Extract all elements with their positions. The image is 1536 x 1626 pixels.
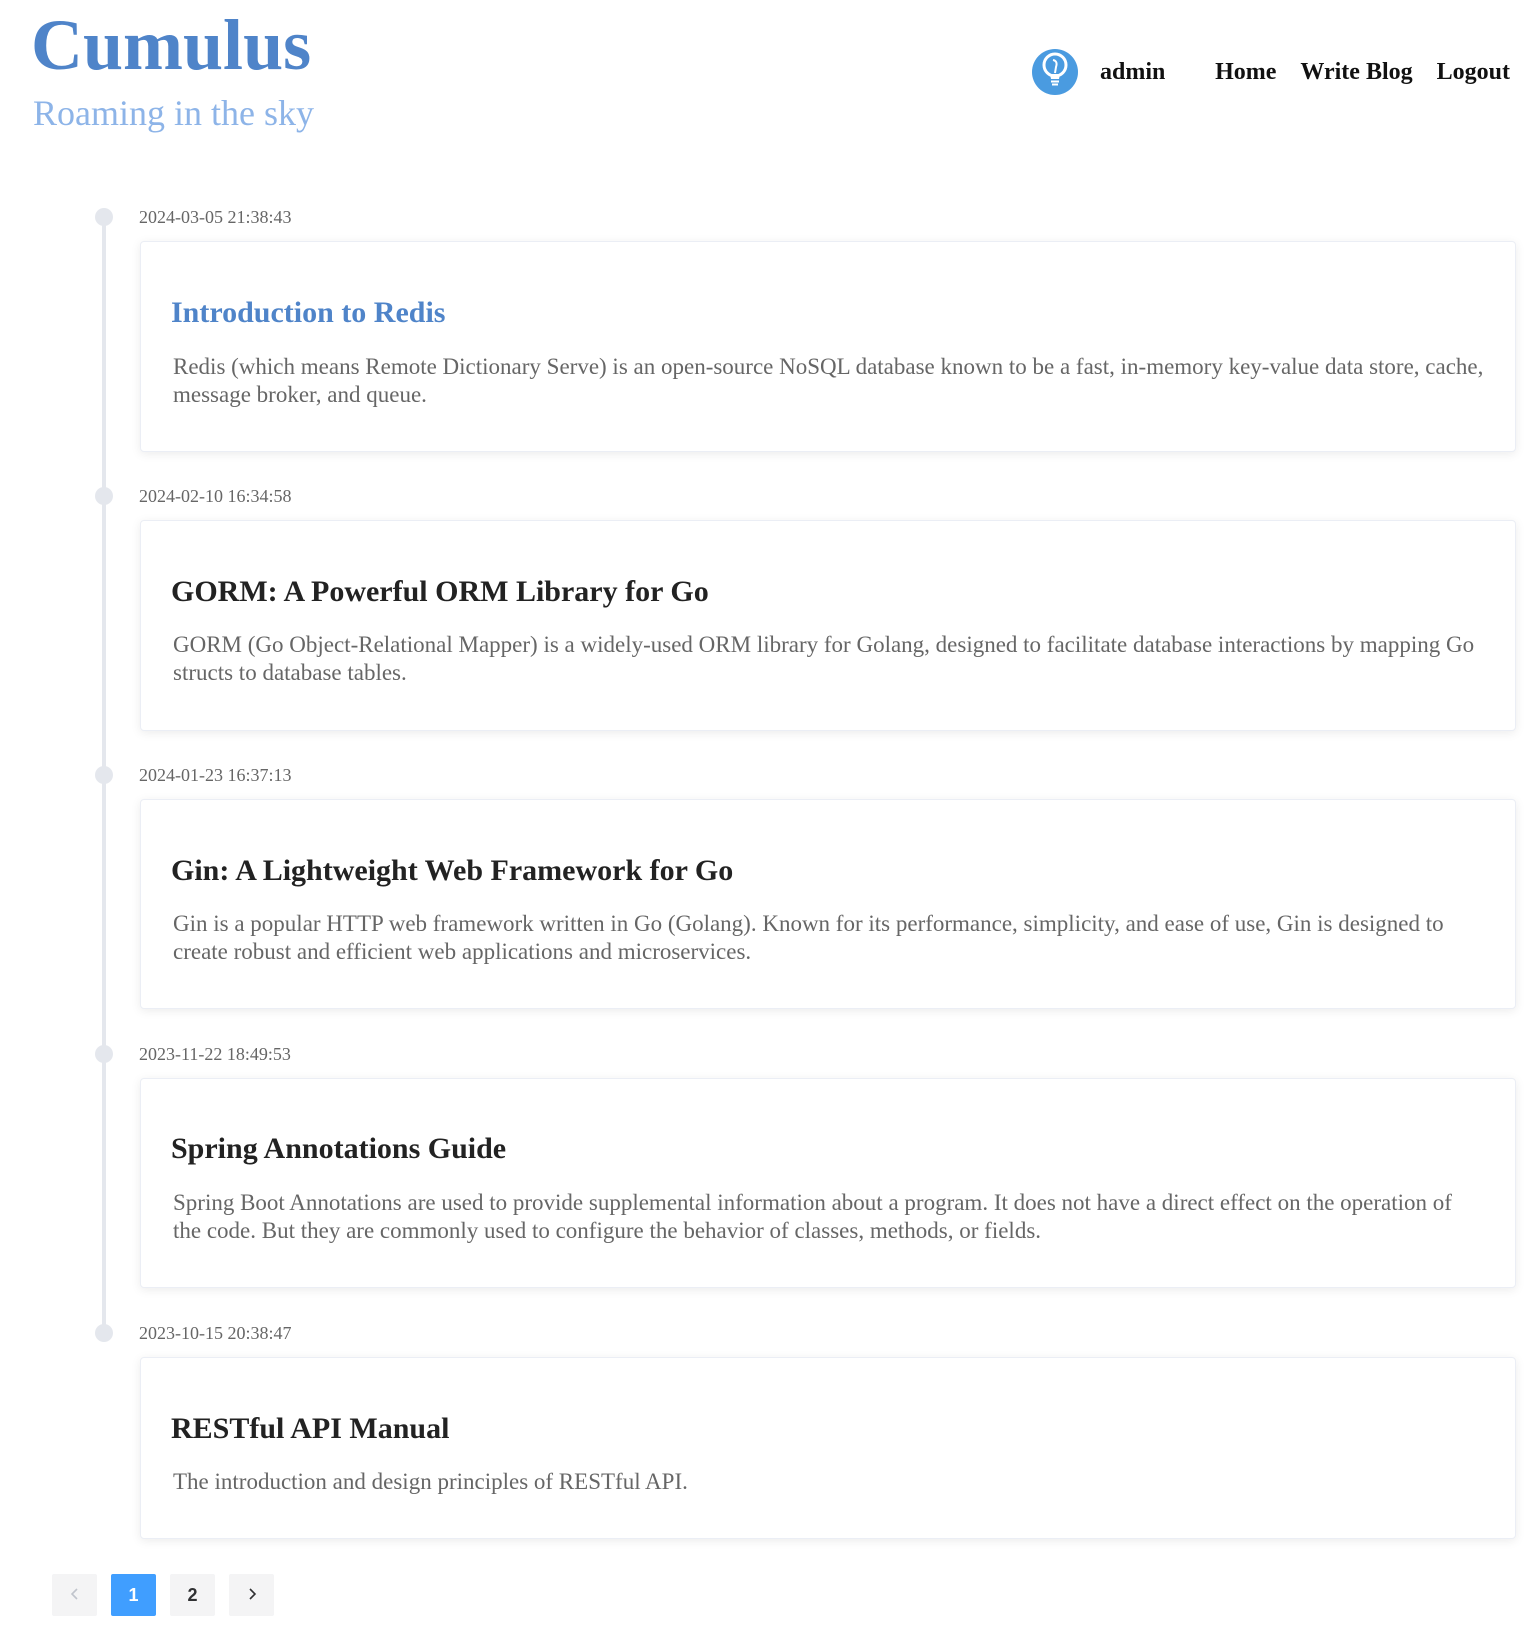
username[interactable]: admin — [1100, 59, 1165, 86]
post-timestamp: 2024-01-23 16:37:13 — [139, 765, 292, 785]
post-excerpt: The introduction and design principles o… — [173, 1469, 688, 1494]
chevron-left-icon — [68, 1585, 82, 1606]
post-excerpt: Gin is a popular HTTP web framework writ… — [173, 911, 1444, 964]
post-timestamp: 2024-03-05 21:38:43 — [139, 207, 292, 227]
post-title[interactable]: Introduction to Redis — [171, 294, 445, 332]
pagination: 1 2 — [52, 1574, 274, 1616]
site-subtitle: Roaming in the sky — [33, 93, 314, 133]
post-title[interactable]: GORM: A Powerful ORM Library for Go — [171, 573, 709, 611]
page-button-1[interactable]: 1 — [111, 1574, 156, 1616]
post-title[interactable]: Gin: A Lightweight Web Framework for Go — [171, 852, 733, 890]
timeline-dot — [95, 487, 113, 505]
post-excerpt: GORM (Go Object-Relational Mapper) is a … — [173, 632, 1475, 685]
avatar[interactable] — [1032, 49, 1078, 95]
lightbulb-icon — [1040, 52, 1070, 93]
timeline-dot — [95, 208, 113, 226]
post-timestamp: 2023-10-15 20:38:47 — [139, 1323, 292, 1343]
nav-home-link[interactable]: Home — [1215, 59, 1276, 86]
prev-page-button[interactable] — [52, 1574, 97, 1616]
post-card[interactable]: Gin: A Lightweight Web Framework for Go … — [140, 799, 1516, 1009]
next-page-button[interactable] — [229, 1574, 274, 1616]
page-button-2[interactable]: 2 — [170, 1574, 215, 1616]
post-card[interactable]: GORM: A Powerful ORM Library for Go GORM… — [140, 520, 1516, 731]
site-title: Cumulus — [31, 5, 312, 85]
timeline-dot — [95, 766, 113, 784]
timeline-dot — [95, 1324, 113, 1342]
post-title[interactable]: Spring Annotations Guide — [171, 1130, 506, 1168]
post-excerpt: Redis (which means Remote Dictionary Ser… — [173, 354, 1484, 407]
post-timestamp: 2024-02-10 16:34:58 — [139, 486, 292, 506]
post-excerpt: Spring Boot Annotations are used to prov… — [173, 1190, 1452, 1243]
main-nav: Home Write Blog Logout — [1215, 48, 1510, 96]
post-timestamp: 2023-11-22 18:49:53 — [139, 1044, 291, 1064]
chevron-right-icon — [245, 1585, 259, 1606]
post-card[interactable]: Spring Annotations Guide Spring Boot Ann… — [140, 1078, 1516, 1288]
post-card[interactable]: Introduction to Redis Redis (which means… — [140, 241, 1516, 452]
post-title[interactable]: RESTful API Manual — [171, 1410, 449, 1448]
post-card[interactable]: RESTful API Manual The introduction and … — [140, 1357, 1516, 1539]
nav-write-blog-link[interactable]: Write Blog — [1300, 59, 1412, 86]
nav-logout-link[interactable]: Logout — [1437, 59, 1510, 86]
timeline-dot — [95, 1045, 113, 1063]
user-area: admin — [1032, 48, 1165, 96]
